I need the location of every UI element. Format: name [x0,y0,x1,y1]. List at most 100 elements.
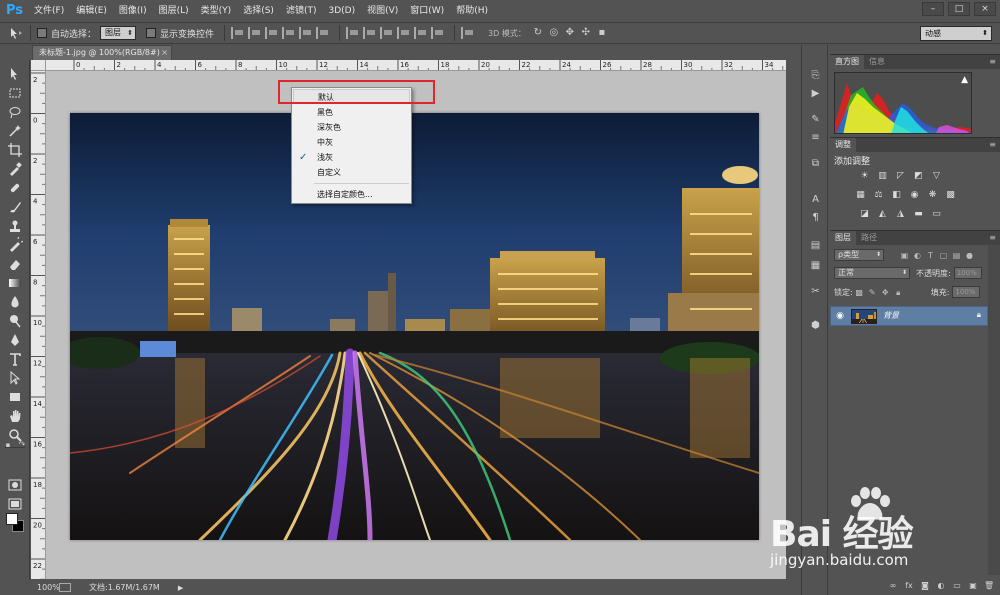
distribute-left-icon[interactable] [397,27,410,39]
tool-presets-icon[interactable]: ✎ [808,113,823,126]
pen-tool-icon[interactable] [7,332,23,348]
posterize-icon[interactable]: ◭ [876,209,889,220]
brush-panel-icon[interactable]: ≡ [808,131,823,144]
3d-rotate-icon[interactable]: ↻ [530,26,546,40]
close-window-button[interactable]: × [974,2,996,16]
align-hcenter-icon[interactable] [299,27,312,39]
menu-type[interactable]: 类型(Y) [195,0,238,22]
menu-item-light-gray[interactable]: ✓ 浅灰 [293,150,410,165]
document-tab[interactable]: 未标题-1.jpg @ 100%(RGB/8#) × [32,45,172,60]
opacity-field[interactable]: 100% [953,267,982,279]
eraser-tool-icon[interactable] [7,256,23,272]
3d-roll-icon[interactable]: ◎ [546,26,562,40]
layer-comps-icon[interactable]: ▤ [808,239,823,252]
notes-panel-icon[interactable]: ▦ [808,259,823,272]
zoom-level[interactable]: 100% [31,583,60,592]
rectangle-tool-icon[interactable] [7,389,23,405]
menu-file[interactable]: 文件(F) [28,0,70,22]
move-tool-icon[interactable] [7,66,23,82]
canvas-pasteboard[interactable] [46,71,786,579]
tab-histogram[interactable]: 直方图 [830,55,864,69]
clone-stamp-tool-icon[interactable] [7,218,23,234]
3d-scale-icon[interactable]: ▪ [594,26,610,40]
actions-panel-icon[interactable]: ▶ [808,87,823,100]
brightness-contrast-icon[interactable]: ☀ [858,171,871,182]
type-tool-icon[interactable] [7,351,23,367]
distribute-top-icon[interactable] [346,27,359,39]
workspace-dropdown[interactable]: 动感 ⬍ [920,26,992,41]
lock-all-icon[interactable]: 🔒︎ [894,288,903,297]
new-adjustment-icon[interactable]: ◐ [936,581,946,591]
lasso-tool-icon[interactable] [7,104,23,120]
menu-item-custom[interactable]: 自定义 [293,165,410,180]
align-bottom-icon[interactable] [265,27,278,39]
menu-item-medium-gray[interactable]: 中灰 [293,135,410,150]
tab-info[interactable]: 信息 [864,55,890,69]
distribute-right-icon[interactable] [431,27,444,39]
paragraph-panel-icon[interactable]: ¶ [808,211,823,224]
healing-brush-tool-icon[interactable] [7,180,23,196]
fill-field[interactable]: 100% [952,286,981,298]
panel-menu-icon[interactable]: ≡ [989,138,996,152]
filter-type-icon[interactable]: T [926,251,935,260]
selective-color-icon[interactable]: ▭ [930,209,943,220]
menu-item-black[interactable]: 黑色 [293,105,410,120]
move-tool-preset-icon[interactable] [8,26,24,40]
3d-panel-icon[interactable]: ⬢ [808,319,823,332]
ruler-origin[interactable] [31,60,46,71]
filter-shape-icon[interactable]: ▢ [939,251,948,260]
black-white-icon[interactable]: ◧ [890,190,903,201]
tab-adjustments[interactable]: 调整 [830,138,856,152]
distribute-hcenter-icon[interactable] [414,27,427,39]
3d-pan-icon[interactable]: ✥ [562,26,578,40]
properties-panel-icon[interactable]: ✂ [808,285,823,298]
menu-edit[interactable]: 编辑(E) [70,0,113,22]
auto-align-icon[interactable] [461,27,474,39]
hue-saturation-icon[interactable]: ▦ [854,190,867,201]
align-right-icon[interactable] [316,27,329,39]
foreground-color-swatch[interactable] [6,513,18,525]
marquee-tool-icon[interactable] [7,85,23,101]
menu-filter[interactable]: 滤镜(T) [280,0,323,22]
path-selection-tool-icon[interactable] [7,370,23,386]
character-panel-icon[interactable]: A [808,193,823,206]
curves-icon[interactable]: ◸ [894,171,907,182]
menu-select[interactable]: 选择(S) [237,0,280,22]
menu-layer[interactable]: 图层(L) [153,0,195,22]
new-layer-icon[interactable]: ▣ [968,581,978,591]
history-brush-tool-icon[interactable] [7,235,25,253]
hand-tool-icon[interactable] [7,408,23,424]
color-balance-icon[interactable]: ⚖ [872,190,885,201]
crop-tool-icon[interactable] [7,142,23,158]
swap-colors-icon[interactable]: ↷ [17,437,27,449]
brush-tool-icon[interactable] [7,199,23,215]
eyedropper-tool-icon[interactable] [7,161,23,177]
document-canvas-image[interactable] [70,113,759,540]
channel-mixer-icon[interactable]: ❋ [926,190,939,201]
menu-3d[interactable]: 3D(D) [322,0,361,22]
3d-slide-icon[interactable]: ✣ [578,26,594,40]
exposure-icon[interactable]: ◩ [912,171,925,182]
distribute-vcenter-icon[interactable] [363,27,376,39]
link-layers-icon[interactable]: ∞ [888,581,898,591]
photo-filter-icon[interactable]: ◉ [908,190,921,201]
align-left-icon[interactable] [282,27,295,39]
blur-tool-icon[interactable] [7,294,23,310]
menu-item-select-custom-color[interactable]: 选择自定颜色... [293,187,410,202]
magic-wand-tool-icon[interactable] [7,123,23,139]
filter-adjustment-icon[interactable]: ◐ [913,251,922,260]
default-colors-icon[interactable]: ▪ [3,437,13,449]
menu-window[interactable]: 窗口(W) [404,0,450,22]
menu-item-dark-gray[interactable]: 深灰色 [293,120,410,135]
invert-icon[interactable]: ◪ [858,209,871,220]
menu-view[interactable]: 视图(V) [361,0,404,22]
filter-pixel-icon[interactable]: ▣ [900,251,909,260]
delete-layer-icon[interactable]: 🗑︎ [984,581,994,591]
distribute-bottom-icon[interactable] [380,27,393,39]
warning-icon[interactable]: ▲ [961,75,968,85]
maximize-button[interactable]: □ [948,2,970,16]
panel-menu-icon[interactable]: ≡ [989,55,996,69]
vibrance-icon[interactable]: ▽ [930,171,943,182]
gradient-map-icon[interactable]: ▬ [912,209,925,220]
color-lookup-icon[interactable]: ▩ [944,190,957,201]
